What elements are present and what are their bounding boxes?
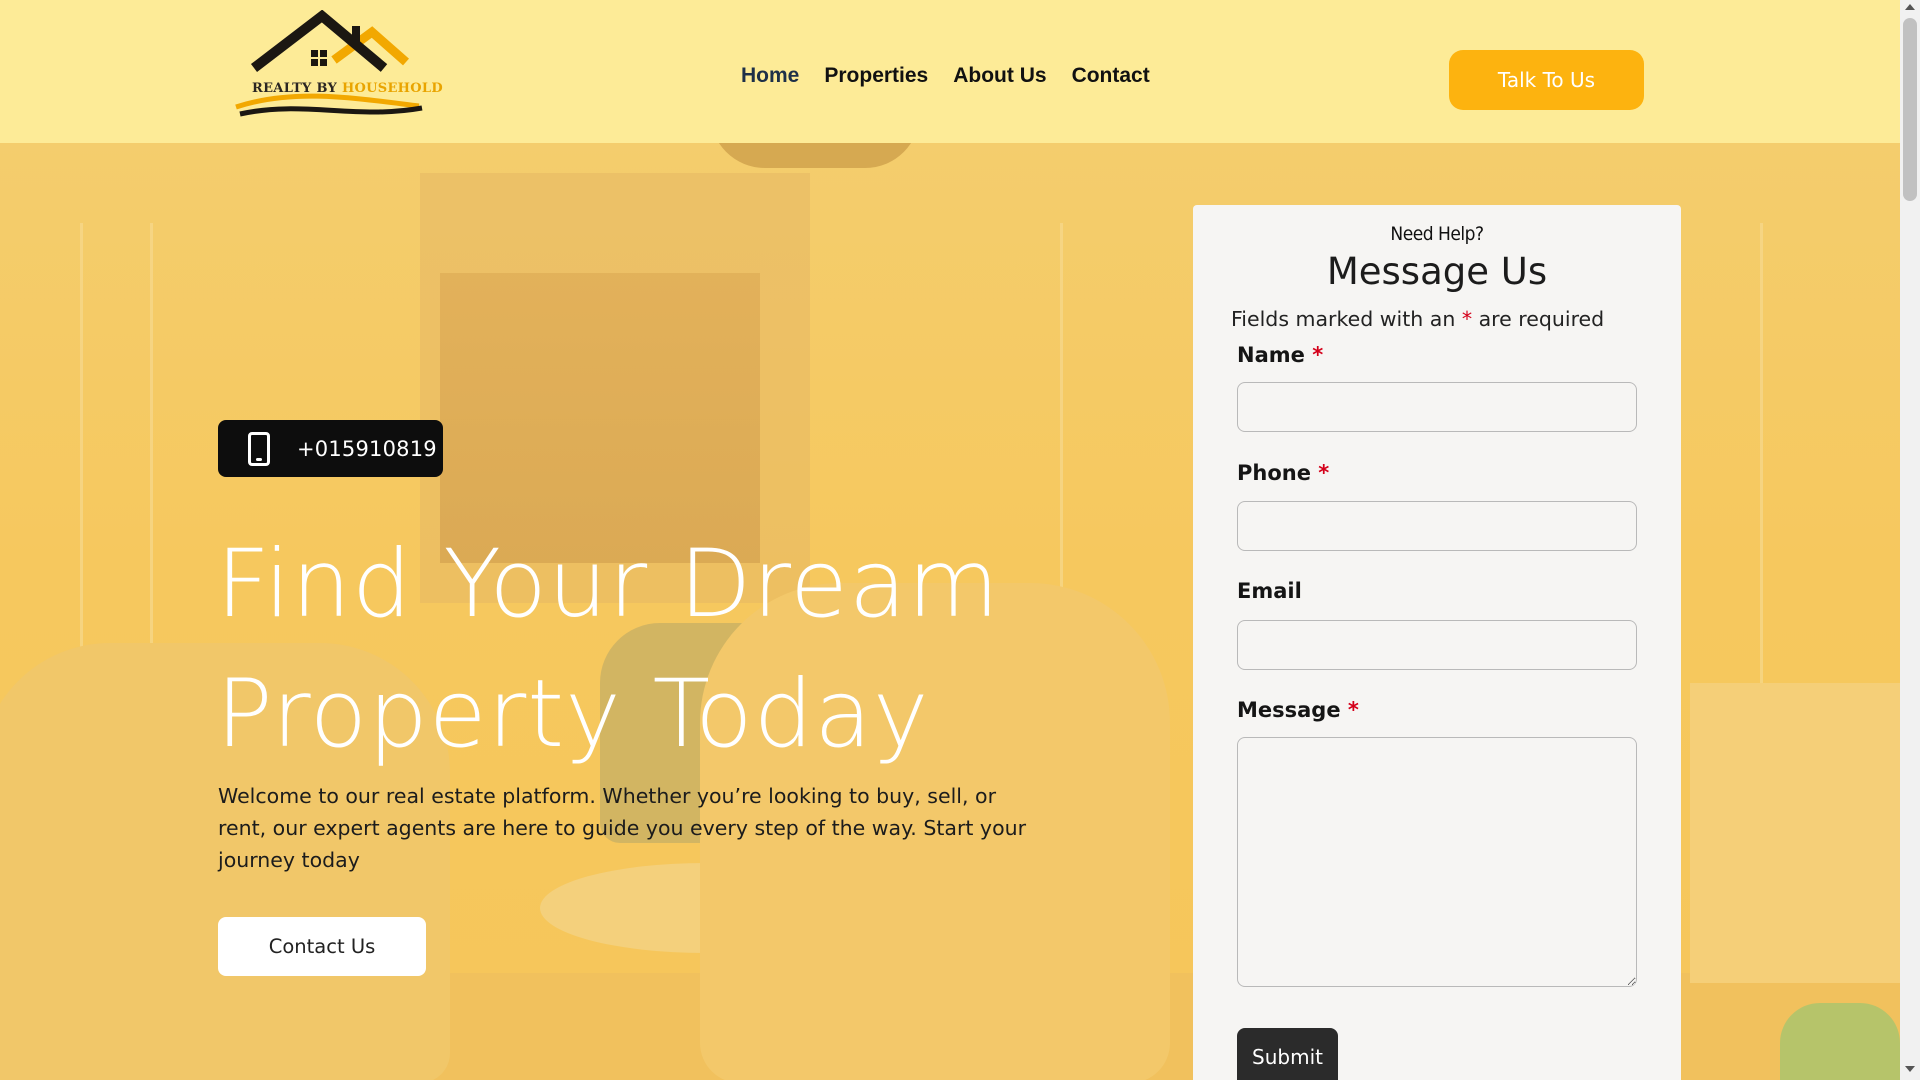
name-label: Name * bbox=[1237, 343, 1324, 367]
logo-text: REALTY BY HOUSEHOLD bbox=[252, 81, 443, 96]
hero-title: Find Your Dream Property Today bbox=[216, 520, 1096, 780]
nav-contact[interactable]: Contact bbox=[1072, 64, 1150, 88]
submit-button[interactable]: Submit bbox=[1237, 1028, 1338, 1080]
main-nav: Home Properties About Us Contact bbox=[741, 64, 1150, 88]
phone-icon bbox=[248, 431, 270, 466]
form-title: Message Us bbox=[1326, 250, 1548, 293]
message-label: Message * bbox=[1237, 698, 1359, 722]
nav-home[interactable]: Home bbox=[741, 64, 799, 88]
phone-field[interactable] bbox=[1237, 501, 1637, 551]
background-shelf bbox=[1690, 683, 1900, 983]
required-note: Fields marked with an * are required bbox=[1231, 307, 1605, 331]
hero-title-line-2: Property Today bbox=[216, 660, 930, 769]
house-logo-icon bbox=[235, 9, 423, 117]
page-scrollbar[interactable] bbox=[1900, 0, 1920, 1080]
scroll-down-arrow-icon[interactable] bbox=[1905, 1066, 1915, 1072]
name-field[interactable] bbox=[1237, 382, 1637, 432]
site-logo[interactable]: REALTY BY HOUSEHOLD bbox=[234, 9, 443, 132]
email-field[interactable] bbox=[1237, 620, 1637, 670]
background-plant bbox=[1780, 1003, 1900, 1080]
talk-to-us-button[interactable]: Talk To Us bbox=[1449, 50, 1644, 110]
phone-number: +015910819 bbox=[297, 436, 437, 461]
message-field[interactable] bbox=[1237, 737, 1637, 987]
form-eyebrow: Need Help? bbox=[1390, 223, 1484, 245]
phone-label: Phone * bbox=[1237, 461, 1330, 485]
nav-about-us[interactable]: About Us bbox=[953, 64, 1046, 88]
hero-title-line-1: Find Your Dream bbox=[216, 530, 1000, 639]
scroll-thumb[interactable] bbox=[1903, 18, 1917, 201]
scroll-up-arrow-icon[interactable] bbox=[1905, 4, 1915, 10]
email-label: Email bbox=[1237, 579, 1302, 603]
hero-description: Welcome to our real estate platform. Whe… bbox=[218, 784, 1027, 872]
nav-properties[interactable]: Properties bbox=[824, 64, 928, 88]
message-form-panel: Need Help? Message Us Fields marked with… bbox=[1193, 205, 1681, 1080]
contact-us-button[interactable]: Contact Us bbox=[218, 917, 426, 976]
site-header: REALTY BY HOUSEHOLD Home Properties Abou… bbox=[0, 0, 1900, 143]
phone-badge[interactable]: +015910819 bbox=[218, 420, 443, 477]
background-lamp bbox=[710, 143, 920, 168]
